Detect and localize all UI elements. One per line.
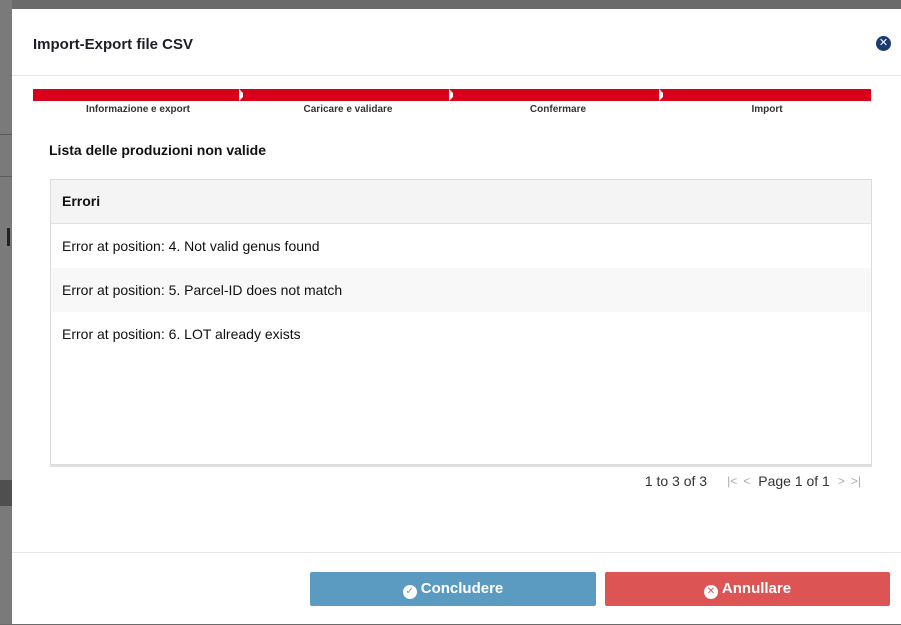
annullare-button[interactable]: ✕ Annullare [605, 572, 890, 606]
background-fragment [7, 228, 10, 246]
concludere-label: Concludere [420, 580, 504, 597]
pagination: 1 to 3 of 3 |< < Page 1 of 1 > >| [645, 473, 861, 489]
wizard-steps: Informazione e export Caricare e validar… [33, 89, 871, 119]
next-page-icon[interactable]: > [838, 474, 845, 488]
table-row[interactable]: Error at position: 4. Not valid genus fo… [51, 224, 871, 268]
divider [0, 176, 12, 177]
step-label: Caricare e validare [303, 104, 393, 115]
prev-page-icon[interactable]: < [743, 474, 750, 488]
step-caricare: Caricare e validare [243, 89, 455, 119]
dialog-header: Import-Export file CSV ✕ [12, 9, 901, 76]
background-fragment [0, 480, 12, 506]
step-label: Confermare [529, 104, 587, 115]
grid-scrollbar-track [50, 465, 872, 467]
step-label: Informazione e export [86, 104, 190, 115]
close-icon[interactable]: ✕ [876, 36, 891, 51]
page-indicator: Page 1 of 1 [758, 473, 830, 489]
table-row[interactable]: Error at position: 5. Parcel-ID does not… [51, 268, 871, 312]
step-bar [33, 89, 243, 101]
step-bar [243, 89, 453, 101]
step-import: Import [663, 89, 871, 119]
row-count-summary: 1 to 3 of 3 [644, 473, 708, 489]
annullare-label: Annullare [721, 580, 792, 597]
step-informazione: Informazione e export [33, 89, 245, 119]
background-page [0, 0, 12, 624]
dialog-footer: ✓ Concludere ✕ Annullare [12, 552, 901, 625]
import-export-dialog: Import-Export file CSV ✕ Informazione e … [12, 9, 901, 624]
x-circle-icon: ✕ [703, 585, 718, 599]
divider [0, 134, 12, 135]
first-page-icon[interactable]: |< [727, 474, 737, 488]
concludere-button[interactable]: ✓ Concludere [310, 572, 596, 606]
step-bar [453, 89, 663, 101]
column-header-errori[interactable]: Errori [51, 180, 871, 224]
last-page-icon[interactable]: >| [851, 474, 861, 488]
step-bar [663, 89, 871, 101]
step-confermare: Confermare [453, 89, 665, 119]
check-circle-icon: ✓ [402, 585, 417, 599]
dialog-title: Import-Export file CSV [33, 36, 194, 53]
errors-grid: Errori Error at position: 4. Not valid g… [50, 179, 872, 465]
table-row[interactable]: Error at position: 6. LOT already exists [51, 312, 871, 356]
step-label: Import [751, 104, 783, 115]
section-title: Lista delle produzioni non valide [49, 142, 267, 158]
